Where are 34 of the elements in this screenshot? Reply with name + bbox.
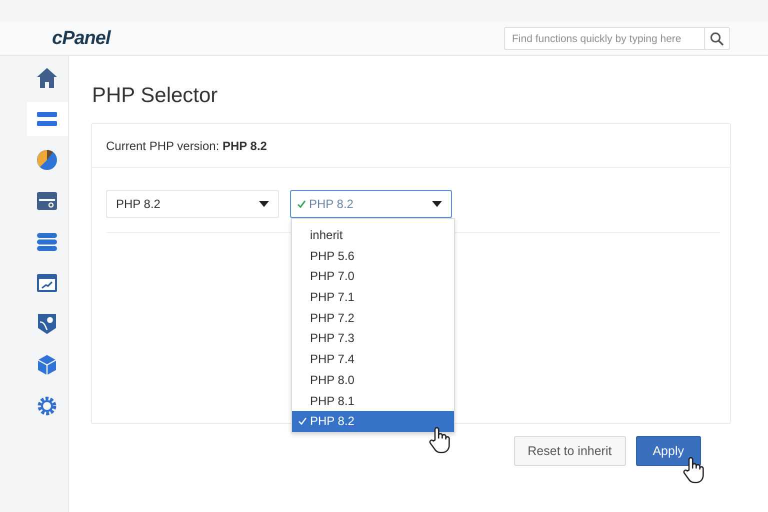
dropdown-option[interactable]: PHP 7.4 xyxy=(292,349,454,370)
dropdown-option[interactable]: inherit xyxy=(292,225,454,246)
check-icon xyxy=(297,200,306,208)
sidebar-item[interactable] xyxy=(27,102,68,136)
server-icon xyxy=(36,191,58,211)
dropdown-option[interactable]: PHP 7.1 xyxy=(292,287,454,308)
dropdown-option[interactable]: PHP 8.2 xyxy=(292,411,454,432)
search-field[interactable]: Find functions quickly by typing here xyxy=(504,27,730,50)
database-icon xyxy=(36,232,56,252)
dropdown-option[interactable]: PHP 7.2 xyxy=(292,308,454,328)
menu-icon xyxy=(36,111,56,127)
pie-chart-icon xyxy=(36,149,58,171)
check-icon xyxy=(298,417,307,426)
caret-icon xyxy=(259,201,269,207)
cube-icon xyxy=(36,354,56,376)
dropdown-option[interactable]: PHP 8.0 xyxy=(292,370,454,390)
gear-icon xyxy=(36,396,56,416)
dropdown-option[interactable]: PHP 8.1 xyxy=(292,390,454,412)
caret-icon xyxy=(432,201,442,207)
current-version-text: Current PHP version: PHP 8.2 xyxy=(106,138,267,152)
version-select[interactable]: PHP 8.2 xyxy=(290,190,452,218)
chart-window-icon xyxy=(36,273,56,293)
version-select[interactable]: PHP 8.2 xyxy=(106,190,279,218)
apply-button[interactable]: Apply xyxy=(636,436,701,466)
page-title: PHP Selector xyxy=(92,84,219,108)
dropdown-option[interactable]: PHP 5.6 xyxy=(292,246,454,266)
tag-icon xyxy=(36,313,56,335)
dropdown-option[interactable]: PHP 7.3 xyxy=(292,328,454,350)
logo[interactable]: cPanel xyxy=(52,28,110,50)
home-icon xyxy=(36,67,58,89)
search-icon xyxy=(710,32,724,46)
dropdown-option[interactable]: PHP 7.0 xyxy=(292,266,454,288)
hand-cursor-icon xyxy=(682,456,704,484)
reset-button[interactable]: Reset to inherit xyxy=(514,436,626,466)
